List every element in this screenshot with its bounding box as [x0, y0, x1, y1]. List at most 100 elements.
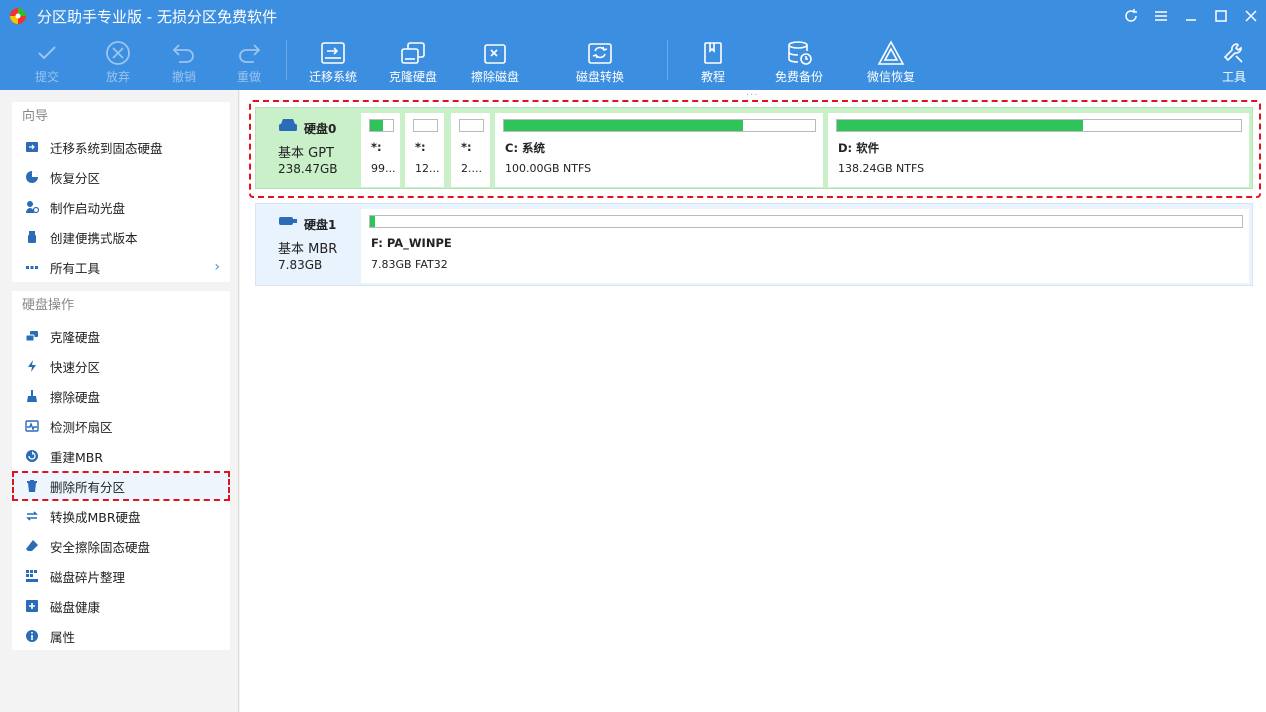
partition-info: 12... — [415, 162, 440, 175]
eraser-icon — [24, 538, 40, 554]
partition-name: F: PA_WINPE — [371, 236, 452, 250]
disk-name: 硬盘0 — [304, 122, 337, 136]
diskop-item-rebuild-mbr[interactable]: 重建MBR — [12, 441, 230, 471]
disk-1-info[interactable]: 硬盘1 基本 MBR 7.83GB — [256, 204, 360, 285]
partition-0-4[interactable]: D: 软件 138.24GB NTFS — [828, 113, 1249, 187]
window-title: 分区助手专业版 - 无损分区免费软件 — [37, 7, 277, 26]
wizard-item-recover-partition[interactable]: 恢复分区 — [12, 162, 230, 192]
disk-size: 238.47GB — [278, 162, 338, 176]
usage-bar — [836, 119, 1242, 132]
lightning-icon — [24, 358, 40, 374]
clone-disk-icon — [24, 328, 40, 344]
app-logo-icon — [7, 5, 29, 27]
resize-grip[interactable]: ··· — [746, 90, 759, 101]
wizard-item-all-tools[interactable]: 所有工具 › — [12, 252, 230, 282]
usage-bar — [503, 119, 816, 132]
broom-icon — [24, 388, 40, 404]
partition-name: *: — [415, 140, 426, 154]
toolbar-divider — [667, 40, 668, 80]
partition-0-3[interactable]: C: 系统 100.00GB NTFS — [495, 113, 823, 187]
clone-disk-button[interactable]: 克隆硬盘 — [388, 32, 438, 90]
wechat-recovery-button[interactable]: 微信恢复 — [866, 32, 916, 90]
disk-row-1[interactable]: 硬盘1 基本 MBR 7.83GB F: PA_WINPE 7.83GB FAT… — [255, 203, 1253, 286]
usb-drive-icon — [24, 229, 40, 245]
disk-map-area: ··· 硬盘0 基本 GPT 238.47GB *: 99... *: 12..… — [240, 90, 1266, 712]
wizard-item-portable[interactable]: 创建便携式版本 — [12, 222, 230, 252]
partition-name: C: 系统 — [505, 141, 546, 155]
disk-size: 7.83GB — [278, 258, 323, 272]
trash-icon — [24, 478, 40, 494]
minimize-icon[interactable] — [1176, 0, 1206, 32]
diskop-item-delete-all-partitions[interactable]: 删除所有分区 — [12, 471, 230, 501]
maximize-icon[interactable] — [1206, 0, 1236, 32]
usage-bar — [459, 119, 484, 132]
boot-disc-icon — [24, 199, 40, 215]
usage-bar — [413, 119, 438, 132]
recovery-triangle-icon — [876, 32, 906, 68]
redo-button[interactable]: 重做 — [232, 32, 266, 90]
close-icon[interactable] — [1236, 0, 1266, 32]
undo-button[interactable]: 撤销 — [167, 32, 201, 90]
backup-database-icon — [785, 32, 813, 68]
wipe-disk-icon — [481, 32, 509, 68]
usb-disk-icon — [278, 214, 298, 231]
left-panel: 向导 迁移系统到固态硬盘 恢复分区 制作启动光盘 创建便携式版本 所有工具 › … — [0, 90, 239, 712]
usage-fill — [370, 216, 376, 227]
refresh-icon[interactable] — [1116, 0, 1146, 32]
check-icon — [35, 32, 59, 68]
partition-0-0[interactable]: *: 99... — [361, 113, 400, 187]
disk-0-info[interactable]: 硬盘0 基本 GPT 238.47GB — [256, 108, 360, 188]
tutorial-button[interactable]: 教程 — [699, 32, 727, 90]
usage-fill — [504, 120, 744, 131]
partition-name: *: — [461, 140, 472, 154]
partition-name: D: 软件 — [838, 141, 880, 155]
hard-disk-icon — [278, 118, 298, 135]
disk-type: 基本 MBR — [278, 242, 338, 257]
diskop-item-convert-mbr[interactable]: 转换成MBR硬盘 — [12, 501, 230, 531]
partition-0-1[interactable]: *: 12... — [405, 113, 444, 187]
disk-convert-button[interactable]: 磁盘转换 — [575, 32, 625, 90]
tools-button[interactable]: 工具 — [1221, 32, 1247, 90]
disk-row-0[interactable]: 硬盘0 基本 GPT 238.47GB *: 99... *: 12... *:… — [249, 100, 1261, 198]
health-plus-icon — [24, 598, 40, 614]
diskop-item-quick-partition[interactable]: 快速分区 — [12, 351, 230, 381]
diskop-item-secure-erase-ssd[interactable]: 安全擦除固态硬盘 — [12, 531, 230, 561]
partition-0-2[interactable]: *: 2.... — [451, 113, 490, 187]
disk-convert-icon — [586, 32, 614, 68]
commit-button[interactable]: 提交 — [30, 32, 64, 90]
clone-disk-icon — [399, 32, 427, 68]
partition-info: 99... — [371, 162, 396, 175]
migrate-system-button[interactable]: 迁移系统 — [306, 32, 360, 90]
discard-button[interactable]: 放弃 — [101, 32, 135, 90]
wizard-item-migrate-ssd[interactable]: 迁移系统到固态硬盘 — [12, 132, 230, 162]
more-dots-icon — [24, 259, 40, 275]
diskop-item-wipe-disk[interactable]: 擦除硬盘 — [12, 381, 230, 411]
toolbar: 提交 放弃 撤销 重做 迁移系统 克隆硬盘 擦除磁盘 磁盘转换 教程 免费备份 … — [0, 32, 1266, 90]
free-backup-button[interactable]: 免费备份 — [774, 32, 824, 90]
undo-icon — [171, 32, 197, 68]
diskop-item-disk-health[interactable]: 磁盘健康 — [12, 591, 230, 621]
partition-info: 138.24GB NTFS — [838, 162, 925, 175]
title-bar: 分区助手专业版 - 无损分区免费软件 — [0, 0, 1266, 32]
disk-operations-title: 硬盘操作 — [22, 298, 75, 313]
wipe-disk-button[interactable]: 擦除磁盘 — [470, 32, 520, 90]
rebuild-icon — [24, 448, 40, 464]
usage-fill — [837, 120, 1084, 131]
chevron-right-icon: › — [214, 259, 220, 275]
convert-arrows-icon — [24, 508, 40, 524]
usage-bar — [369, 215, 1243, 228]
menu-icon[interactable] — [1146, 0, 1176, 32]
book-icon — [701, 32, 725, 68]
partition-1-0[interactable]: F: PA_WINPE 7.83GB FAT32 — [361, 209, 1249, 283]
diskop-item-properties[interactable]: 属性 — [12, 621, 230, 651]
diskop-item-defrag[interactable]: 磁盘碎片整理 — [12, 561, 230, 591]
diskop-item-clone-disk[interactable]: 克隆硬盘 — [12, 321, 230, 351]
disk-name: 硬盘1 — [304, 218, 337, 232]
diskop-item-bad-sector[interactable]: 检测坏扇区 — [12, 411, 230, 441]
usage-bar — [369, 119, 394, 132]
partition-name: *: — [371, 140, 382, 154]
pie-chart-icon — [24, 169, 40, 185]
toolbar-divider — [286, 40, 287, 80]
info-icon — [24, 628, 40, 644]
wizard-item-boot-disc[interactable]: 制作启动光盘 — [12, 192, 230, 222]
